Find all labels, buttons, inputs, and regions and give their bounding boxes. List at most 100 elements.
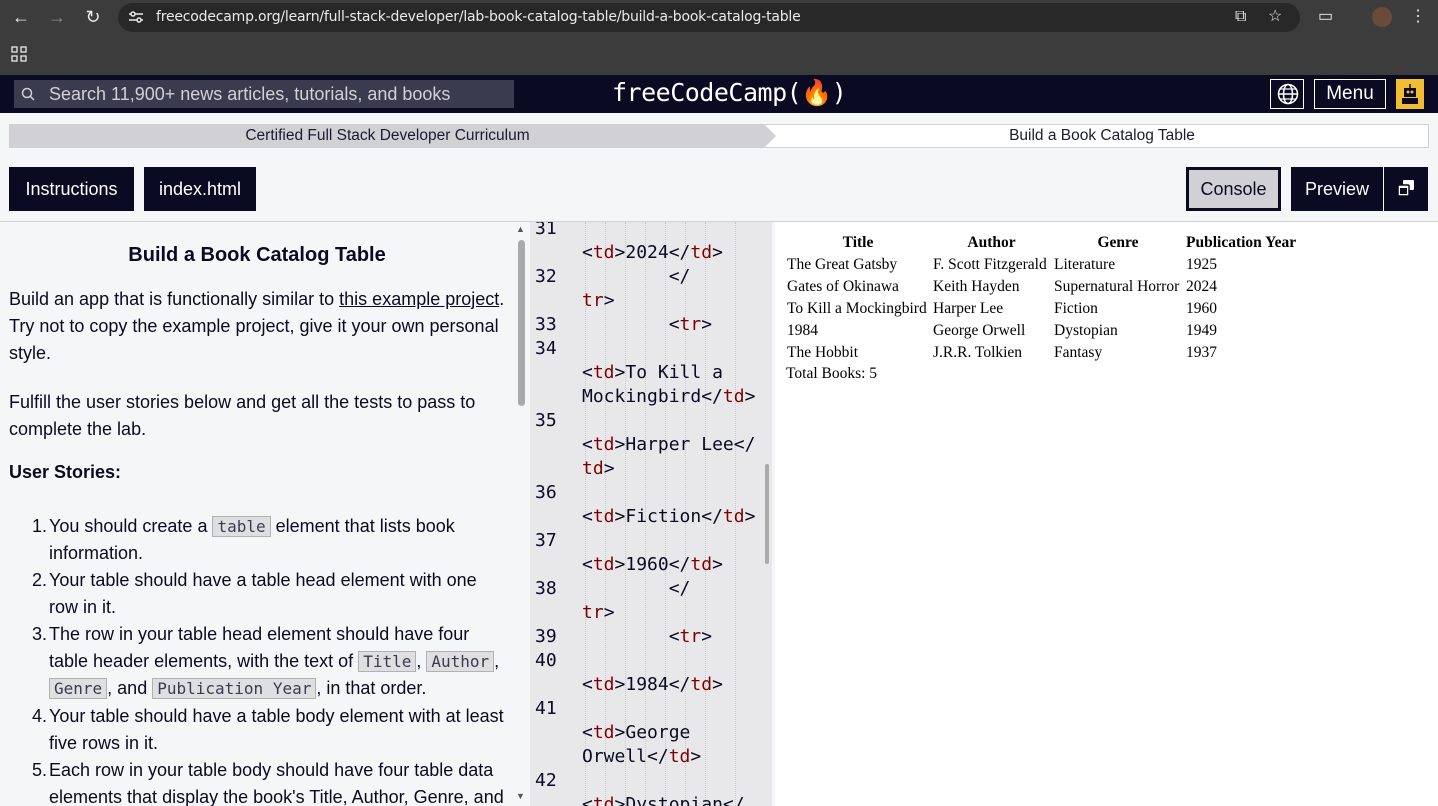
table-cell: F. Scott Fitzgerald xyxy=(933,256,1047,273)
code-line[interactable]: <td>Dystopian</ xyxy=(582,793,745,806)
table-cell: The Hobbit xyxy=(787,344,859,361)
code-line[interactable]: <td>1984</td> xyxy=(582,673,723,697)
table-cell: J.R.R. Tolkien xyxy=(933,344,1023,361)
table-cell: George Orwell xyxy=(933,322,1026,339)
story-item-4: 4. Your table should have a table body el… xyxy=(32,706,504,753)
story-text: , in that order. xyxy=(316,678,427,698)
popout-window-icon xyxy=(1397,180,1414,197)
back-icon[interactable]: ← xyxy=(8,6,34,28)
reading-mode-icon[interactable]: ▭ xyxy=(1318,7,1333,27)
total-books: Total Books: 5 xyxy=(786,365,878,382)
more-menu-icon[interactable]: ⋮ xyxy=(1410,7,1426,27)
header-publication-year: Publication Year xyxy=(1186,234,1297,251)
header-title: Title xyxy=(842,234,874,251)
reload-icon[interactable]: ↻ xyxy=(80,6,106,28)
code-line[interactable]: </ xyxy=(582,577,691,601)
story-item-2: 2. Your table should have a table head el… xyxy=(32,570,477,617)
code-title: Title xyxy=(358,651,417,672)
line-number: 40 xyxy=(535,650,557,671)
menu-button[interactable]: Menu xyxy=(1314,79,1386,109)
fulfill-paragraph: Fulfill the user stories below and get a… xyxy=(9,392,476,439)
search-icon xyxy=(21,87,35,101)
story-text: Each row in your table body should have … xyxy=(49,760,504,806)
forward-icon[interactable]: → xyxy=(44,6,70,28)
line-number: 31 xyxy=(535,222,557,239)
code-line[interactable]: <td>2024</td> xyxy=(582,241,723,265)
address-bar[interactable]: freecodecamp.org/learn/full-stack-develo… xyxy=(118,3,1300,32)
line-number: 38 xyxy=(535,578,557,599)
instructions-scrollbar[interactable]: ▲ ▼ xyxy=(514,222,530,806)
bookmark-star-icon[interactable]: ☆ xyxy=(1268,7,1282,27)
search-placeholder: Search 11,900+ news articles, tutorials,… xyxy=(49,84,451,104)
site-settings-icon[interactable] xyxy=(128,10,144,24)
table-cell: 1984 xyxy=(787,322,818,339)
table-cell: Gates of Okinawa xyxy=(787,278,899,295)
line-number: 37 xyxy=(535,530,557,551)
profile-avatar[interactable] xyxy=(1372,7,1392,27)
line-number: 33 xyxy=(535,314,557,335)
table-cell: Dystopian xyxy=(1054,322,1118,339)
install-app-icon[interactable]: ⧉ xyxy=(1235,7,1246,27)
table-cell: Keith Hayden xyxy=(933,278,1020,295)
code-genre: Genre xyxy=(49,678,108,699)
table-head: Title Author Genre Publication Year xyxy=(786,233,1297,253)
code-editor[interactable]: 31 <td>2024</td> 32 </tr> 33 <tr> 34 <td>To K… xyxy=(530,222,772,806)
robot-avatar-icon xyxy=(1402,84,1418,104)
preview-popout[interactable] xyxy=(1383,167,1428,211)
code-line[interactable]: <td>To Kill a xyxy=(582,361,723,385)
console-button[interactable]: Console xyxy=(1186,167,1281,211)
fcc-logo[interactable]: freeCodeCamp(🔥) xyxy=(612,75,847,111)
code-line[interactable]: <tr> xyxy=(582,625,712,649)
preview-button[interactable]: Preview xyxy=(1291,167,1428,211)
story-text: You should create a xyxy=(49,516,213,536)
code-line[interactable]: <td>Harper Lee</ xyxy=(582,433,755,457)
language-button[interactable] xyxy=(1270,79,1304,109)
intro-text: Build an app that is functionally simila… xyxy=(9,289,340,309)
story-text: , and xyxy=(107,678,153,698)
table-cell: Supernatural Horror xyxy=(1054,278,1180,295)
table-cell: The Great Gatsby xyxy=(787,256,898,273)
code-line[interactable]: Orwell</td> xyxy=(582,745,701,769)
table-row: Gates of Okinawa Keith Hayden Supernatural… xyxy=(786,277,1297,297)
user-avatar[interactable] xyxy=(1396,79,1424,109)
example-project-link[interactable]: this example project xyxy=(339,289,499,309)
tab-instructions[interactable]: Instructions xyxy=(9,167,134,211)
code-table: table xyxy=(212,516,271,537)
tab-index-html[interactable]: index.html xyxy=(144,167,256,211)
intro-paragraph: Build an app that is functionally simila… xyxy=(9,286,509,367)
apps-grid-icon[interactable] xyxy=(11,46,27,62)
user-stories-heading: User Stories: xyxy=(9,462,122,482)
breadcrumb-curriculum[interactable]: Certified Full Stack Developer Curriculu… xyxy=(10,125,776,147)
table-cell: 1949 xyxy=(1186,322,1217,339)
code-line[interactable]: <td>1960</td> xyxy=(582,553,723,577)
table-cell: 1960 xyxy=(1186,300,1217,317)
table-cell: Fiction xyxy=(1054,300,1098,317)
line-number: 41 xyxy=(535,698,557,719)
code-line[interactable]: td> xyxy=(582,457,615,481)
story-text: Your table should have a table body elem… xyxy=(49,706,504,753)
lesson-title: Build a Book Catalog Table xyxy=(128,244,386,266)
url-text: freecodecamp.org/learn/full-stack-develo… xyxy=(156,9,801,25)
header-author: Author xyxy=(967,234,1016,251)
table-row: The Hobbit J.R.R. Tolkien Fantasy 1937 xyxy=(786,343,1297,363)
editor-scrollbar-thumb[interactable] xyxy=(765,464,769,564)
line-number: 34 xyxy=(535,338,557,359)
breadcrumb-lesson[interactable]: Build a Book Catalog Table xyxy=(776,125,1428,147)
search-input[interactable]: Search 11,900+ news articles, tutorials,… xyxy=(14,80,514,108)
table-body: The Great Gatsby F. Scott Fitzgerald Liter… xyxy=(786,255,1297,363)
scrollbar-thumb[interactable] xyxy=(518,240,525,406)
table-row: To Kill a Mockingbird Harper Lee Fiction 19… xyxy=(786,299,1297,319)
code-line[interactable]: <td>Fiction</td> xyxy=(582,505,755,529)
scroll-down-icon[interactable]: ▼ xyxy=(516,791,525,801)
instructions-panel: Build a Book Catalog Table Build an app … xyxy=(0,222,514,806)
code-line[interactable]: tr> xyxy=(582,601,615,625)
code-line[interactable]: <tr> xyxy=(582,313,712,337)
code-author: Author xyxy=(426,651,495,672)
scroll-up-icon[interactable]: ▲ xyxy=(516,224,525,234)
code-line[interactable]: </ xyxy=(582,265,691,289)
table-cell: To Kill a Mockingbird xyxy=(787,300,927,317)
code-line[interactable]: Mockingbird</td> xyxy=(582,385,755,409)
code-line[interactable]: <td>George xyxy=(582,721,690,745)
code-line[interactable]: tr> xyxy=(582,289,615,313)
story-item-5: 5. Each row in your table body should hav… xyxy=(32,760,504,806)
